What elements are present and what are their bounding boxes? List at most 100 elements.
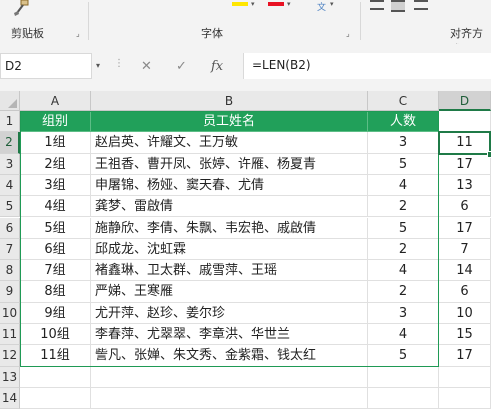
employee-names-cell[interactable]: 施静欣、李倩、朱飘、韦宏艳、戚啟倩 [91,217,368,239]
ribbon: 剪贴板 ⌟ ▾ ▾ 文 ▾ 字体 ⌟ 对齐方式 [0,0,491,56]
ribbon-divider [88,2,89,40]
group-header-cell[interactable]: 组别 [20,111,91,133]
row-header-5[interactable]: 5 [0,196,20,218]
align-right-icon[interactable] [414,0,428,10]
name-length-cell[interactable]: 11 [439,132,491,154]
group-cell[interactable]: 1组 [20,132,91,154]
group-cell[interactable]: 11组 [20,345,91,367]
count-cell[interactable]: 2 [368,281,439,303]
row-header-11[interactable]: 11 [0,324,20,346]
name-length-cell[interactable]: 7 [439,238,491,261]
group-cell[interactable]: 8组 [20,281,91,303]
fill-handle[interactable] [487,150,491,158]
row-header-1[interactable]: 1 [0,111,20,133]
count-cell[interactable]: 4 [368,260,439,282]
name-length-cell[interactable]: 13 [439,174,491,197]
font-color-icon[interactable] [268,2,284,6]
header-cell-d[interactable] [439,111,491,133]
employee-names-cell[interactable]: 訾凡、张婵、朱文秀、金紫霜、钱太红 [91,345,368,367]
count-cell[interactable]: 3 [368,132,439,154]
format-painter-icon[interactable] [12,0,30,16]
employee-names-cell[interactable]: 严娣、王寒雁 [91,281,368,303]
dropdown-arrow-icon[interactable]: ▾ [287,0,291,8]
font-launcher-icon[interactable]: ⌟ [346,30,354,38]
column-header-d[interactable]: D [439,91,491,111]
count-cell[interactable]: 2 [368,238,439,261]
phonetic-icon[interactable]: 文 [317,0,326,13]
row-header-6[interactable]: 6 [0,217,20,239]
empty-cell[interactable] [439,387,491,410]
name-box[interactable]: D2 [0,53,92,79]
dropdown-arrow-icon[interactable]: ▾ [251,0,255,8]
name-length-cell[interactable]: 15 [439,324,491,346]
count-cell[interactable]: 5 [368,345,439,367]
name-length-cell[interactable]: 17 [439,217,491,239]
enter-icon[interactable]: ✓ [176,59,187,74]
row-header-9[interactable]: 9 [0,281,20,303]
formula-text: =LEN(B2) [252,58,311,72]
highlight-color-icon[interactable] [232,2,248,6]
empty-cell[interactable] [20,366,91,388]
clipboard-launcher-icon[interactable]: ⌟ [76,30,84,38]
name-length-cell[interactable]: 17 [439,153,491,175]
row-header-4[interactable]: 4 [0,174,20,197]
group-cell[interactable]: 10组 [20,324,91,346]
row-header-2[interactable]: 2 [0,132,20,154]
empty-cell[interactable] [368,366,439,388]
row-header-13[interactable]: 13 [0,366,20,388]
group-cell[interactable]: 4组 [20,196,91,218]
column-header-a[interactable]: A [20,91,91,111]
count-cell[interactable]: 5 [368,217,439,239]
count-cell[interactable]: 3 [368,302,439,324]
count-cell[interactable]: 4 [368,324,439,346]
name-header-cell[interactable]: 员工姓名 [91,111,368,133]
select-all-button[interactable] [0,91,20,111]
employee-names-cell[interactable]: 王祖香、曹开凤、张婷、许雁、杨夏青 [91,153,368,175]
column-header-c[interactable]: C [368,91,439,111]
row-header-8[interactable]: 8 [0,260,20,282]
group-cell[interactable]: 2组 [20,153,91,175]
count-cell[interactable]: 2 [368,196,439,218]
count-cell[interactable]: 4 [368,174,439,197]
dropdown-arrow-icon[interactable]: ▾ [330,0,334,8]
employee-names-cell[interactable]: 尤开萍、赵珍、姜尔珍 [91,302,368,324]
group-cell[interactable]: 5组 [20,217,91,239]
empty-cell[interactable] [368,387,439,410]
employee-names-cell[interactable]: 赵启英、许耀文、王万敏 [91,132,368,154]
employee-names-cell[interactable]: 申屠锦、杨娅、窦天春、尤倩 [91,174,368,197]
align-left-icon[interactable] [370,0,384,10]
group-cell[interactable]: 9组 [20,302,91,324]
group-cell[interactable]: 6组 [20,238,91,261]
name-length-cell[interactable]: 6 [439,196,491,218]
employee-names-cell[interactable]: 龚梦、雷啟倩 [91,196,368,218]
formula-input[interactable]: =LEN(B2) [243,53,491,79]
row-header-10[interactable]: 10 [0,302,20,324]
employee-names-cell[interactable]: 邱成龙、沈虹霖 [91,238,368,261]
count-header-cell[interactable]: 人数 [368,111,439,133]
count-cell[interactable]: 5 [368,153,439,175]
group-cell[interactable]: 7组 [20,260,91,282]
name-box-value: D2 [5,59,22,73]
column-header-b[interactable]: B [91,91,368,111]
align-center-icon[interactable] [391,0,405,12]
empty-cell[interactable] [20,387,91,410]
name-length-cell[interactable]: 14 [439,260,491,282]
empty-cell[interactable] [91,387,368,410]
employee-names-cell[interactable]: 褚鑫琳、卫太群、戚雪萍、王瑶 [91,260,368,282]
empty-cell[interactable] [91,366,368,388]
group-cell[interactable]: 3组 [20,174,91,197]
drag-handle-icon[interactable]: ⋮ [114,58,124,69]
row-header-7[interactable]: 7 [0,238,20,261]
employee-names-cell[interactable]: 李春萍、尤翠翠、李章洪、华世兰 [91,324,368,346]
cancel-icon[interactable]: ✕ [141,59,152,74]
empty-cell[interactable] [439,366,491,388]
name-length-cell[interactable]: 6 [439,281,491,303]
spreadsheet-grid: A B C D 1 2 3 4 5 6 7 8 9 10 11 12 13 14 组别 员工姓名 人数 1组 赵启英、许耀文… [0,91,491,419]
name-length-cell[interactable]: 17 [439,345,491,367]
name-box-dropdown-icon[interactable]: ▾ [96,61,100,70]
name-length-cell[interactable]: 10 [439,302,491,324]
insert-function-icon[interactable]: fx [211,59,223,74]
row-header-14[interactable]: 14 [0,387,20,410]
row-header-3[interactable]: 3 [0,153,20,175]
row-header-12[interactable]: 12 [0,345,20,367]
